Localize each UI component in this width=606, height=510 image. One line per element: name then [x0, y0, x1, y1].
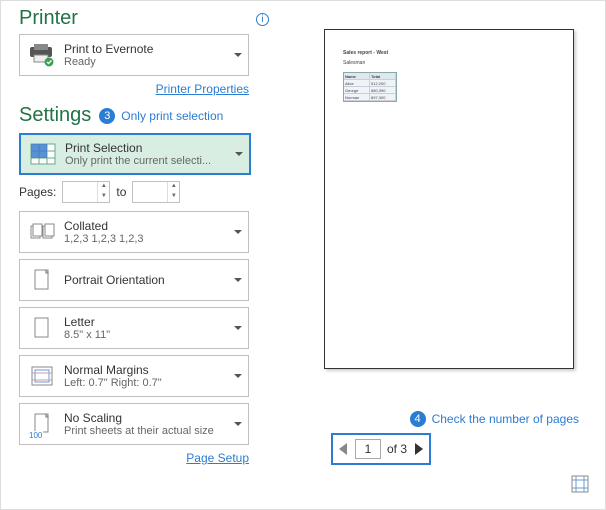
- pages-from-input[interactable]: ▲▼: [62, 181, 110, 203]
- next-page-button[interactable]: [415, 443, 423, 455]
- chevron-down-icon: [234, 374, 242, 378]
- callout-step-3: 3 Only print selection: [99, 108, 223, 124]
- print-preview-page: Sales report - West Salesman Name Total …: [324, 29, 574, 369]
- preview-table: Name Total Alice 512,200 George 680,390 …: [343, 72, 397, 102]
- paper-size-selector[interactable]: Letter 8.5" x 11": [19, 307, 249, 349]
- printer-selector[interactable]: Print to Evernote Ready: [19, 34, 249, 76]
- paper-sub: 8.5" x 11": [64, 329, 230, 341]
- printer-name: Print to Evernote: [64, 42, 230, 56]
- chevron-down-icon: [234, 53, 242, 57]
- callout-text-4: Check the number of pages: [432, 412, 579, 426]
- scaling-sub: Print sheets at their actual size: [64, 425, 230, 437]
- print-area-selector[interactable]: Print Selection Only print the current s…: [19, 133, 251, 175]
- paper-title: Letter: [64, 315, 230, 329]
- scaling-selector[interactable]: 100 No Scaling Print sheets at their act…: [19, 403, 249, 445]
- printer-properties-link[interactable]: Printer Properties: [156, 82, 249, 96]
- spin-up-icon[interactable]: ▲: [98, 182, 109, 192]
- page-total-label: of 3: [387, 442, 407, 456]
- page-navigator: 1 of 3: [331, 433, 431, 465]
- chevron-down-icon: [234, 326, 242, 330]
- callout-step-4: 4 Check the number of pages: [309, 411, 579, 427]
- page-setup-link[interactable]: Page Setup: [186, 451, 249, 465]
- chevron-down-icon: [235, 152, 243, 156]
- orientation-title: Portrait Orientation: [64, 273, 230, 287]
- scaling-title: No Scaling: [64, 411, 230, 425]
- spin-down-icon[interactable]: ▼: [98, 192, 109, 202]
- callout-badge-4: 4: [410, 411, 426, 427]
- show-margins-button[interactable]: [571, 475, 589, 493]
- settings-heading: Settings: [19, 104, 91, 127]
- margins-icon: [26, 361, 58, 391]
- orientation-selector[interactable]: Portrait Orientation: [19, 259, 249, 301]
- printer-heading-row: i Printer: [19, 7, 269, 30]
- scaling-icon: 100: [26, 409, 58, 439]
- collate-selector[interactable]: Collated 1,2,3 1,2,3 1,2,3: [19, 211, 249, 253]
- pages-range-row: Pages: ▲▼ to ▲▼: [19, 181, 269, 203]
- chevron-down-icon: [234, 230, 242, 234]
- collate-icon: [26, 217, 58, 247]
- portrait-icon: [26, 265, 58, 295]
- info-icon[interactable]: i: [256, 13, 269, 26]
- page-icon: [26, 313, 58, 343]
- print-area-sub: Only print the current selecti...: [65, 155, 231, 167]
- margins-selector[interactable]: Normal Margins Left: 0.7" Right: 0.7": [19, 355, 249, 397]
- callout-badge-3: 3: [99, 108, 115, 124]
- callout-text-3: Only print selection: [121, 109, 223, 123]
- pages-to-input[interactable]: ▲▼: [132, 181, 180, 203]
- print-area-title: Print Selection: [65, 141, 231, 155]
- spin-up-icon[interactable]: ▲: [168, 182, 179, 192]
- printer-status: Ready: [64, 56, 230, 68]
- grid-selection-icon: [27, 139, 59, 169]
- printer-icon: [26, 40, 58, 70]
- scaling-badge: 100: [28, 431, 43, 440]
- collate-title: Collated: [64, 219, 230, 233]
- prev-page-button[interactable]: [339, 443, 347, 455]
- chevron-down-icon: [234, 422, 242, 426]
- preview-subtitle: Salesman: [343, 60, 397, 66]
- printer-heading: Printer: [19, 7, 269, 30]
- chevron-down-icon: [234, 278, 242, 282]
- spin-down-icon[interactable]: ▼: [168, 192, 179, 202]
- margins-title: Normal Margins: [64, 363, 230, 377]
- margins-sub: Left: 0.7" Right: 0.7": [64, 377, 230, 389]
- pages-to-label: to: [116, 185, 126, 199]
- preview-title: Sales report - West: [343, 50, 397, 56]
- collate-sub: 1,2,3 1,2,3 1,2,3: [64, 233, 230, 245]
- current-page-input[interactable]: 1: [355, 439, 381, 459]
- pages-label: Pages:: [19, 185, 56, 199]
